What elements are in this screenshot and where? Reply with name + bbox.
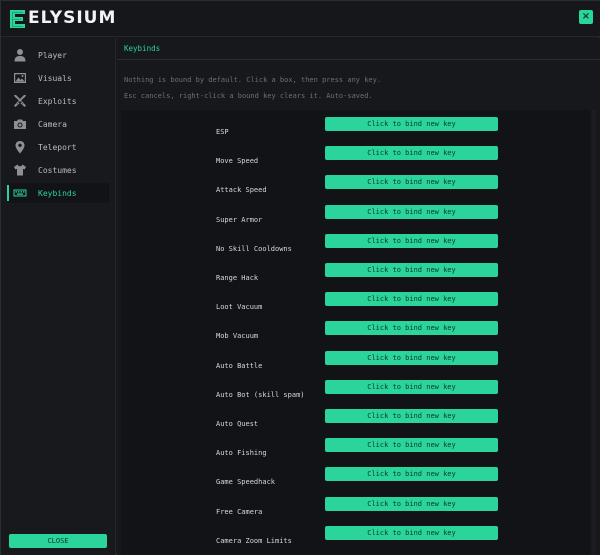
keybind-row: Mob Vacuum Click to bind new key <box>121 320 590 349</box>
crossed-swords-icon <box>13 94 27 108</box>
sidebar-item-visuals[interactable]: Visuals <box>7 68 109 88</box>
keybind-label: Auto Fishing <box>216 449 267 458</box>
keybind-row: Range Hack Click to bind new key <box>121 262 590 291</box>
shirt-icon <box>13 163 27 177</box>
keybind-list[interactable]: ESP Click to bind new key Move Speed Click … <box>121 110 590 555</box>
keybind-label: Mob Vacuum <box>216 332 259 341</box>
bind-key-button[interactable]: Click to bind new key <box>325 525 498 540</box>
keybind-label: Auto Bot (skill spam) <box>216 390 305 399</box>
sidebar-item-teleport[interactable]: Teleport <box>7 137 109 157</box>
sidebar-item-label: Costumes <box>38 165 77 175</box>
keybind-label: No Skill Cooldowns <box>216 244 292 253</box>
bind-key-button[interactable]: Click to bind new key <box>325 350 498 365</box>
person-icon <box>13 48 27 62</box>
help-text: Esc cancels, right-click a bound key cle… <box>124 92 373 100</box>
keybind-row: Super Armor Click to bind new key <box>121 204 590 233</box>
active-indicator <box>7 185 9 201</box>
section-header: Keybinds <box>117 38 600 60</box>
sidebar-item-label: Teleport <box>38 142 77 152</box>
keybind-row: No Skill Cooldowns Click to bind new key <box>121 233 590 262</box>
bind-key-button[interactable]: Click to bind new key <box>325 175 498 190</box>
close-button[interactable]: CLOSE <box>9 534 107 548</box>
sidebar-item-keybinds[interactable]: Keybinds <box>7 183 109 203</box>
keybind-label: Loot Vacuum <box>216 303 263 312</box>
keybind-label: ESP <box>216 128 229 136</box>
sidebar-item-costumes[interactable]: Costumes <box>7 160 109 180</box>
keybind-row: Move Speed Click to bind new key <box>121 145 590 174</box>
sidebar-item-label: Exploits <box>38 96 77 106</box>
sidebar-item-label: Keybinds <box>38 188 77 198</box>
bind-key-button[interactable]: Click to bind new key <box>325 146 498 161</box>
keybind-row: Auto Fishing Click to bind new key <box>121 437 590 466</box>
keybind-row: Game Speedhack Click to bind new key <box>121 466 590 495</box>
keybind-row: ESP Click to bind new key <box>121 116 590 145</box>
bind-key-button[interactable]: Click to bind new key <box>325 263 498 277</box>
sidebar: Player Visuals Exploits Camera Teleport <box>1 38 116 555</box>
keybind-label: Camera Zoom Limits <box>216 536 292 545</box>
keybind-label: Free Camera <box>216 507 263 516</box>
map-pin-icon <box>13 140 27 154</box>
keybind-label: Attack Speed <box>216 186 267 195</box>
sidebar-item-label: Visuals <box>38 73 72 83</box>
section-title: Keybinds <box>124 44 161 53</box>
bind-key-button[interactable]: Click to bind new key <box>325 467 498 482</box>
main-panel: Keybinds Nothing is bound by default. Cl… <box>117 38 600 555</box>
title-bar: ELYSIUM × <box>1 1 600 37</box>
keybind-label: Auto Quest <box>216 420 259 428</box>
camera-icon <box>13 117 27 131</box>
scrollbar[interactable] <box>592 110 596 555</box>
help-text: Nothing is bound by default. Click a box… <box>124 76 382 84</box>
bind-key-button[interactable]: Click to bind new key <box>325 204 498 219</box>
keybind-row: Auto Bot (skill spam) Click to bind new k… <box>121 379 590 408</box>
window-close-button[interactable]: × <box>579 10 593 24</box>
keybind-row: Attack Speed Click to bind new key <box>121 174 590 203</box>
bind-key-button[interactable]: Click to bind new key <box>325 438 498 453</box>
sidebar-item-camera[interactable]: Camera <box>7 114 109 134</box>
sidebar-item-label: Player <box>38 50 67 60</box>
keybind-row: Auto Battle Click to bind new key <box>121 350 590 379</box>
keybind-row: Camera Zoom Limits Click to bind new key <box>121 525 590 554</box>
keybind-label: Auto Battle <box>216 361 263 370</box>
image-icon <box>13 71 27 85</box>
sidebar-item-label: Camera <box>38 119 67 129</box>
keybind-label: Range Hack <box>216 274 259 282</box>
bind-key-button[interactable]: Click to bind new key <box>325 409 498 423</box>
keybind-row: Auto Quest Click to bind new key <box>121 408 590 437</box>
bind-key-button[interactable]: Click to bind new key <box>325 117 498 131</box>
app-title: ELYSIUM <box>28 8 117 28</box>
sidebar-item-exploits[interactable]: Exploits <box>7 91 109 111</box>
keybind-label: Move Speed <box>216 157 259 166</box>
app-window: ELYSIUM × Player Visuals Exploits Camera… <box>0 0 600 555</box>
keyboard-icon <box>13 186 27 200</box>
bind-key-button[interactable]: Click to bind new key <box>325 496 498 511</box>
keybind-label: Game Speedhack <box>216 478 276 487</box>
keybind-row: Free Camera Click to bind new key <box>121 496 590 525</box>
bind-key-button[interactable]: Click to bind new key <box>325 233 498 248</box>
bind-key-button[interactable]: Click to bind new key <box>325 321 498 336</box>
bind-key-button[interactable]: Click to bind new key <box>325 379 498 394</box>
sidebar-item-player[interactable]: Player <box>7 45 109 65</box>
keybind-label: Super Armor <box>216 215 263 224</box>
elysium-logo-icon <box>10 10 25 28</box>
bind-key-button[interactable]: Click to bind new key <box>325 292 498 307</box>
keybind-row: Loot Vacuum Click to bind new key <box>121 291 590 320</box>
